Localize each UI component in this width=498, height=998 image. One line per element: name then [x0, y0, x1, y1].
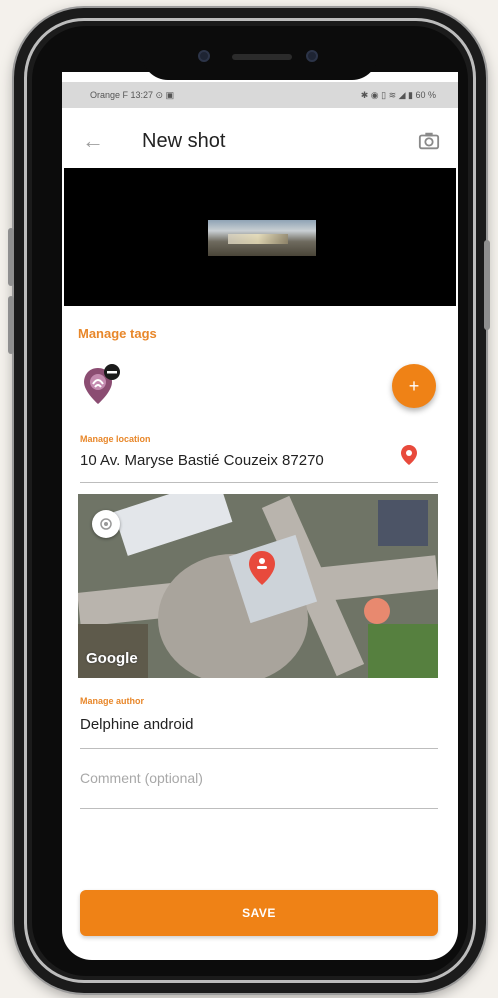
- author-field[interactable]: Delphine android: [80, 716, 193, 733]
- status-bar: Orange F 13:27 ⊙ ▣ ✱ ◉ ▯ ≋ ◢ ▮ 60 %: [62, 82, 458, 108]
- page-title: New shot: [142, 130, 226, 152]
- app-bar: ← New shot: [62, 116, 458, 168]
- map-marker-icon[interactable]: [248, 550, 276, 586]
- save-button[interactable]: SAVE: [80, 890, 438, 936]
- comment-input[interactable]: Comment (optional): [80, 770, 203, 786]
- app-screen: Orange F 13:27 ⊙ ▣ ✱ ◉ ▯ ≋ ◢ ▮ 60 % ← Ne…: [62, 72, 458, 960]
- author-label: Manage author: [80, 696, 145, 706]
- crosshair-icon: [100, 518, 112, 530]
- notch: [142, 32, 378, 80]
- my-location-button[interactable]: [92, 510, 120, 538]
- status-left: Orange F 13:27 ⊙ ▣: [90, 89, 175, 100]
- location-pin-icon[interactable]: [400, 444, 418, 466]
- volume-up-button-hw: [8, 228, 14, 286]
- front-camera-icon: [198, 50, 210, 62]
- photo-thumbnail: [208, 220, 316, 256]
- speaker-grille: [232, 54, 292, 60]
- tags-section-label: Manage tags: [78, 326, 157, 341]
- location-field[interactable]: 10 Av. Maryse Bastié Couzeix 87270: [80, 452, 324, 469]
- google-attribution: Google: [86, 650, 138, 667]
- comment-underline: [80, 808, 438, 809]
- photo-preview[interactable]: [64, 168, 456, 306]
- tag-pin-icon[interactable]: [82, 362, 122, 406]
- location-label: Manage location: [80, 434, 151, 444]
- camera-icon[interactable]: [418, 130, 440, 152]
- location-underline: [80, 482, 438, 483]
- back-arrow-icon[interactable]: ←: [82, 128, 104, 154]
- volume-down-button-hw: [8, 296, 14, 354]
- power-button-hw: [484, 240, 490, 330]
- status-right: ✱ ◉ ▯ ≋ ◢ ▮ 60 %: [360, 89, 436, 100]
- sensor-icon: [306, 50, 318, 62]
- add-tag-button[interactable]: +: [392, 364, 436, 408]
- author-underline: [80, 748, 438, 749]
